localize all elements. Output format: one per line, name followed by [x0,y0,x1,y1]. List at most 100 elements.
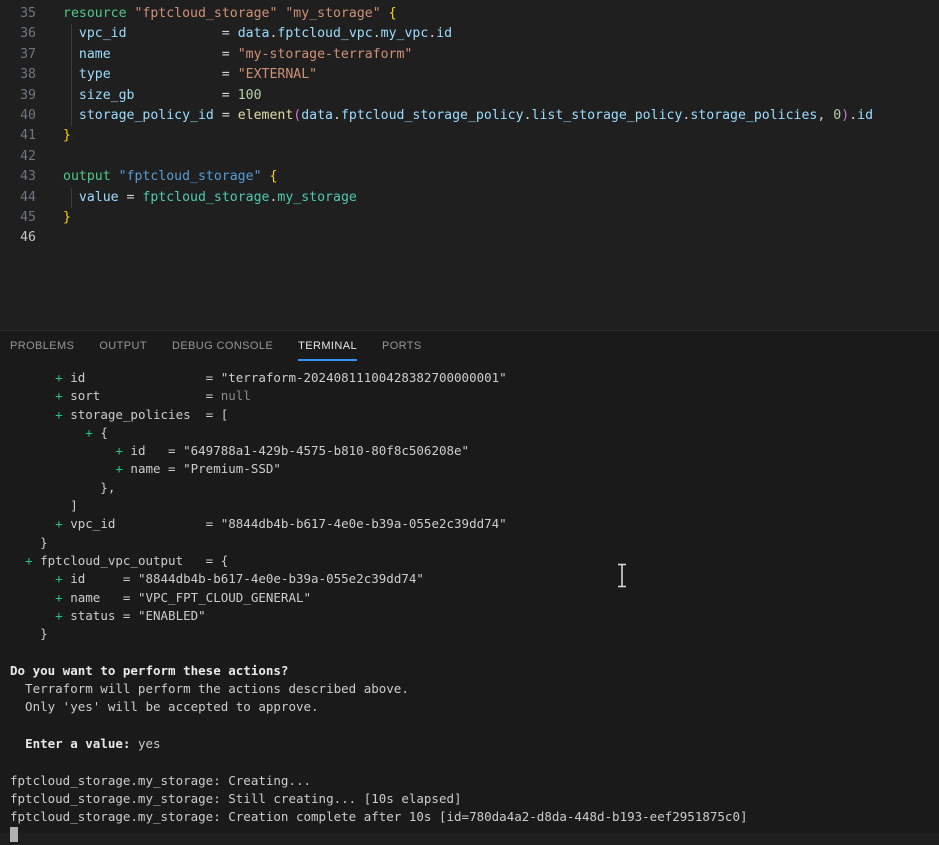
terminal-line: fptcloud_storage.my_storage: Still creat… [10,790,939,808]
code-token: null [221,388,251,403]
code-token: yes [130,736,160,751]
line-number: 39 [0,86,36,106]
code-line-text: name = "my-storage-terraform" [63,45,412,65]
code-token: fptcloud_storage_policy [341,108,524,123]
code-token: Only 'yes' will be accepted to approve. [10,699,319,714]
code-token [10,571,55,586]
terminal-line: Terraform will perform the actions descr… [10,680,939,698]
terminal-line: + name = "VPC_FPT_CLOUD_GENERAL" [10,589,939,607]
code-token [10,443,115,458]
terminal-cursor-line [10,826,939,844]
code-token: id [857,108,873,123]
code-token: , [817,108,833,123]
code-line-text: vpc_id = data.fptcloud_vpc.my_vpc.id [63,24,452,44]
code-token: element [238,108,294,123]
code-token: + [55,407,63,422]
code-token: "fptcloud_storage" [134,6,277,21]
code-line-text: value = fptcloud_storage.my_storage [63,188,357,208]
terminal-line: + vpc_id = "8844db4b-b617-4e0e-b39a-055e… [10,515,939,533]
editor-line: 46 [0,228,939,248]
code-token [10,590,55,605]
code-token: name = "Premium-SSD" [123,461,281,476]
code-token [63,108,79,123]
terminal-line: } [10,534,939,552]
terminal-line [10,753,939,771]
terminal-line: Only 'yes' will be accepted to approve. [10,698,939,716]
line-number: 40 [0,106,36,126]
code-token: + [85,425,93,440]
bottom-panel: PROBLEMS OUTPUT DEBUG CONSOLE TERMINAL PORTS… [0,330,939,833]
code-token: Terraform will perform the actions descr… [10,681,409,696]
terminal-line: + sort = null [10,387,939,405]
terminal-line: } [10,625,939,643]
code-token: { [269,169,277,184]
code-token: fptcloud_vpc [277,26,372,41]
code-token: + [115,443,123,458]
code-token: ] [10,498,78,513]
tab-problems[interactable]: PROBLEMS [10,331,74,361]
tab-ports[interactable]: PORTS [382,331,422,361]
editor-line: 41} [0,126,939,146]
code-editor[interactable]: 35resource "fptcloud_storage" "my_storag… [0,0,939,330]
line-number: 36 [0,24,36,44]
code-line-text: resource "fptcloud_storage" "my_storage"… [63,4,397,24]
code-token: name = "VPC_FPT_CLOUD_GENERAL" [63,590,311,605]
code-token: id = "8844db4b-b617-4e0e-b39a-055e2c39dd… [63,571,424,586]
code-token: storage_policy_id [79,108,214,123]
editor-lines: 35resource "fptcloud_storage" "my_storag… [0,4,939,249]
code-token [10,736,25,751]
editor-line: 37 name = "my-storage-terraform" [0,45,939,65]
code-token [10,425,85,440]
code-token: . [333,108,341,123]
code-token: + [25,553,33,568]
code-token: fptcloud_storage.my_storage: Still creat… [10,791,462,806]
code-token: list_storage_policy [532,108,683,123]
line-number: 43 [0,167,36,187]
code-token: size_gb [79,88,135,103]
code-token: } [10,626,48,641]
tab-terminal[interactable]: TERMINAL [298,331,357,361]
panel-tab-bar: PROBLEMS OUTPUT DEBUG CONSOLE TERMINAL PORTS [0,331,939,361]
editor-line: 45} [0,208,939,228]
terminal-line: fptcloud_storage.my_storage: Creating... [10,772,939,790]
terminal-output[interactable]: + id = "terraform-2024081110042838270000… [0,361,939,845]
editor-line: 36 vpc_id = data.fptcloud_vpc.my_vpc.id [0,24,939,44]
code-token: }, [10,480,115,495]
code-token: vpc_id = "8844db4b-b617-4e0e-b39a-055e2c… [63,516,507,531]
code-token: "fptcloud_storage" [119,169,262,184]
editor-line: 39 size_gb = 100 [0,86,939,106]
code-line-text: storage_policy_id = element(data.fptclou… [63,106,873,126]
code-token: = [214,108,238,123]
code-token: = [134,88,237,103]
terminal-line: + id = "649788a1-429b-4575-b810-80f8c506… [10,442,939,460]
terminal-line: }, [10,479,939,497]
tab-output[interactable]: OUTPUT [99,331,147,361]
code-token: + [55,590,63,605]
code-token: fptcloud_storage [142,190,269,205]
code-token: storage_policies = [ [63,407,229,422]
code-token: fptcloud_vpc_output = { [33,553,229,568]
tab-debug-console[interactable]: DEBUG CONSOLE [172,331,273,361]
code-token: + [55,608,63,623]
code-token: "EXTERNAL" [238,67,317,82]
code-token: 100 [238,88,262,103]
terminal-line: ] [10,497,939,515]
code-line-text: type = "EXTERNAL" [63,65,317,85]
code-token [63,26,79,41]
code-line-text: size_gb = 100 [63,86,262,106]
terminal-line: + id = "8844db4b-b617-4e0e-b39a-055e2c39… [10,570,939,588]
terminal-line: + { [10,424,939,442]
editor-line: 40 storage_policy_id = element(data.fptc… [0,106,939,126]
editor-line: 42 [0,147,939,167]
line-number: 42 [0,147,36,167]
code-token: id = "terraform-202408111004283827000000… [63,370,507,385]
code-token [63,88,79,103]
terminal-cursor [10,827,18,842]
code-line-text: output "fptcloud_storage" { [63,167,277,187]
code-token: = [119,190,143,205]
code-line-text: } [63,208,71,228]
code-token: my_vpc [381,26,429,41]
terminal-line: Enter a value: yes [10,735,939,753]
code-token: id [436,26,452,41]
code-token: storage_policies [690,108,817,123]
